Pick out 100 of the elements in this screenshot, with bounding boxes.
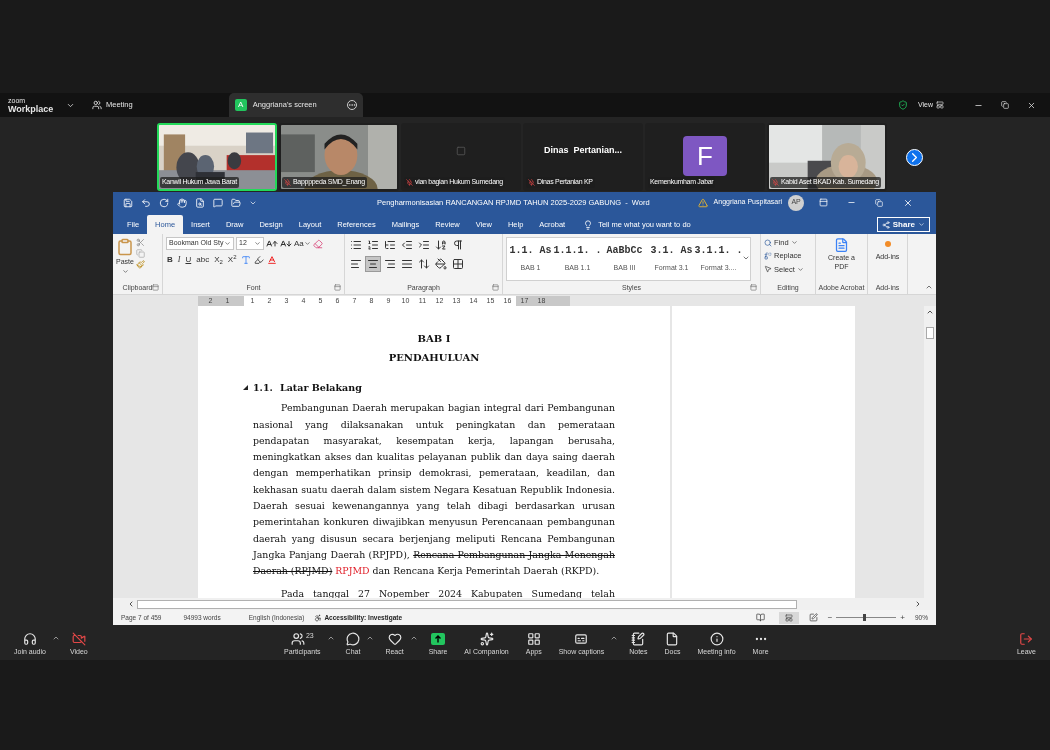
collapse-ribbon-icon[interactable]: [925, 283, 933, 291]
lightbulb-icon: [583, 219, 594, 230]
folder-icon[interactable]: [231, 197, 241, 208]
scroll-right-icon[interactable]: [914, 600, 922, 608]
share-icon: [881, 220, 890, 229]
format-button[interactable]: X$_{2}$: [213, 254, 224, 266]
chapter-title: PENDAHULUAN: [387, 351, 481, 365]
bullets-icon[interactable]: [350, 239, 362, 251]
cut-icon[interactable]: [136, 238, 145, 247]
notes-icon: [631, 632, 646, 646]
numbering-icon[interactable]: [367, 239, 379, 251]
pilcrow-icon[interactable]: [452, 239, 464, 251]
format-button[interactable]: B: [166, 254, 174, 266]
read-mode-icon[interactable]: [755, 613, 765, 622]
video-off-icon: [71, 632, 86, 646]
align-icon: [384, 258, 396, 270]
scroll-thumb[interactable]: [137, 599, 797, 609]
restore-icon[interactable]: [875, 198, 884, 207]
format-button[interactable]: abc: [195, 254, 211, 266]
chat-icon: [345, 632, 360, 646]
align-button[interactable]: [365, 256, 381, 272]
apps-icon: [526, 632, 541, 646]
caret-icon[interactable]: [610, 634, 619, 642]
comment-icon[interactable]: [213, 197, 223, 208]
camera-off-icon: [456, 145, 466, 157]
section-heading: Latar Belakang: [280, 381, 362, 395]
print-layout-icon[interactable]: [778, 611, 799, 624]
print-preview-icon[interactable]: [195, 197, 205, 208]
caret-icon: [790, 239, 798, 247]
share-button[interactable]: Share: [876, 217, 930, 232]
change-case-button[interactable]: Aa: [294, 237, 311, 250]
body-paragraph: Pembangunan Daerah merupakan bagian integral dari Pembangunan nasional yang dilaksanakan untuk peningkatan dan pemerataan pendapatan masyarakat, kesempatan kerja, lapangan berusaha, meningkatkan akses dan kualitas pelayanan publik dan daya saing daerah dengan memperhatikan prinsip demokrasi, pemerataan, keadilan, dan kekhasan suatu daerah dalam sistem Negara Kesatuan Republik Indonesia. Daerah sesuai kewenangannya yang telah dibagi berdasarkan urusan pemerintahan konkuren diwajibkan menyusun Perencanaan pembangunan daerah yang disusun secara berjenjang meliputi Rencana Pembangunan Jangka Panjang Daerah (RPJPD), Rencana Pembangunan Jangka Menengah Daerah (RPJMD) RPJMD dan Rencana Kerja Pemerintah Daerah (RKPD).: [253, 401, 615, 579]
caret-icon: [254, 240, 261, 247]
avatar: A: [234, 99, 247, 111]
text-effects-icon[interactable]: [240, 255, 251, 265]
undo-icon[interactable]: [141, 197, 151, 208]
highlighter-icon[interactable]: [253, 255, 264, 265]
align-icon: [367, 258, 379, 270]
shield-icon: [897, 100, 908, 110]
grow-font-icon[interactable]: [266, 237, 278, 250]
caret-icon: [303, 240, 311, 247]
borders-icon[interactable]: [452, 258, 464, 270]
next-page-button[interactable]: [906, 149, 923, 166]
info-icon: [709, 632, 724, 646]
eraser-icon[interactable]: [312, 238, 323, 249]
line-spacing-icon[interactable]: [418, 258, 430, 270]
close-icon[interactable]: [903, 197, 914, 208]
caret-icon[interactable]: [409, 634, 418, 642]
caret-icon[interactable]: [326, 634, 335, 642]
scroll-left-icon[interactable]: [127, 600, 135, 608]
heart-icon: [387, 632, 402, 646]
font-color-icon[interactable]: [266, 255, 277, 265]
caret-icon[interactable]: [366, 634, 375, 642]
collapse-triangle-icon[interactable]: [243, 385, 248, 390]
sparkle-icon: [479, 632, 494, 646]
web-layout-icon[interactable]: [808, 613, 818, 622]
format-button[interactable]: U: [184, 254, 193, 266]
pdf-file-icon: [834, 237, 849, 253]
redo-icon[interactable]: [159, 197, 169, 208]
restore-icon[interactable]: [1001, 101, 1009, 109]
caret-icon[interactable]: [51, 634, 60, 642]
touch-mode-icon[interactable]: [177, 197, 187, 208]
gallery-more-icon[interactable]: [742, 254, 750, 262]
sort-icon[interactable]: [435, 239, 447, 251]
scroll-thumb[interactable]: [926, 327, 934, 339]
zoom-out-button[interactable]: −: [827, 611, 833, 624]
increase-indent-icon[interactable]: [418, 239, 430, 251]
horizontal-scrollbar[interactable]: [113, 598, 936, 610]
avatar: F: [683, 136, 727, 176]
zoom-slider-thumb[interactable]: [863, 614, 867, 621]
display-name: Dinas Pertanian...: [544, 144, 622, 158]
page-layout-icon: [784, 613, 793, 622]
scroll-up-icon[interactable]: [926, 308, 934, 316]
clipboard-icon: [116, 237, 134, 257]
people-icon: [290, 632, 305, 646]
leave-icon: [1019, 632, 1034, 646]
layout-icon: [936, 101, 944, 109]
align-icon: [350, 258, 362, 270]
align-icon: [401, 258, 413, 270]
body-paragraph: Pada tanggal 27 Nopember 2024 Kabupaten Sumedang telah: [280, 586, 615, 598]
headphones-icon: [22, 632, 37, 646]
ribbon-display-icon[interactable]: [819, 198, 829, 207]
shading-icon[interactable]: [435, 258, 447, 270]
document-icon: [665, 632, 680, 646]
multilevel-list-icon[interactable]: [384, 239, 396, 251]
zoom-in-button[interactable]: +: [900, 611, 905, 624]
decrease-indent-icon[interactable]: [401, 239, 413, 251]
people-icon: [92, 100, 102, 110]
shrink-font-icon[interactable]: [280, 237, 292, 250]
section-number: 1.1.: [253, 381, 274, 395]
format-button[interactable]: X$^{2}$: [226, 254, 238, 266]
share-icon: [431, 633, 445, 645]
warning-icon: [697, 197, 708, 208]
close-icon[interactable]: [1027, 100, 1036, 110]
replace-icon: [764, 251, 772, 260]
pointer-icon: [764, 265, 772, 274]
format-button[interactable]: I: [176, 254, 182, 266]
accessibility-icon: [314, 613, 323, 622]
vertical-scrollbar[interactable]: [924, 306, 936, 598]
save-icon[interactable]: [123, 197, 133, 208]
